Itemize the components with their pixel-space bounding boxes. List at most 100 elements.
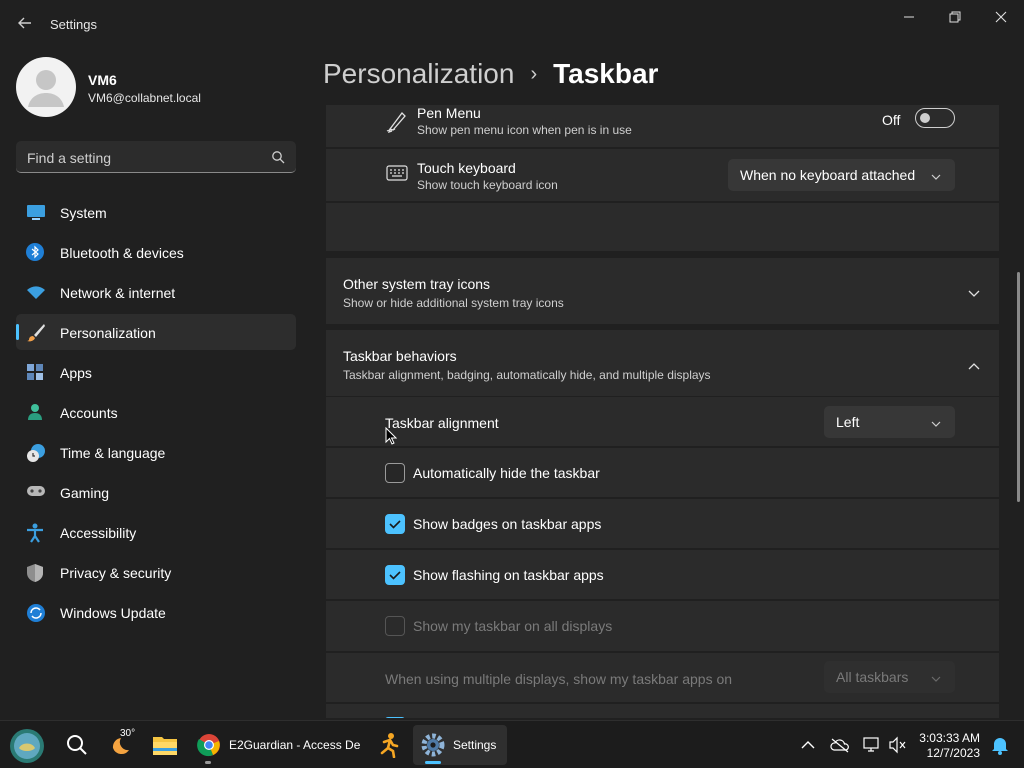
pen-menu-toggle[interactable] — [915, 108, 955, 128]
notification-bell-icon[interactable] — [984, 729, 1016, 761]
window-title: Settings — [50, 17, 97, 32]
sidebar-item-bluetooth[interactable]: Bluetooth & devices — [16, 234, 296, 270]
file-explorer-icon[interactable] — [149, 729, 181, 761]
taskbar-app-label: Settings — [453, 738, 497, 752]
sidebar-item-accounts[interactable]: Accounts — [16, 394, 296, 430]
update-icon — [26, 603, 45, 622]
mouse-cursor-icon — [385, 426, 398, 445]
auto-hide-checkbox[interactable] — [385, 463, 405, 483]
sidebar-item-windows-update[interactable]: Windows Update — [16, 594, 296, 630]
sidebar-item-apps[interactable]: Apps — [16, 354, 296, 390]
sidebar-item-label: Personalization — [60, 325, 156, 341]
badges-checkbox[interactable] — [385, 514, 405, 534]
sidebar-item-personalization[interactable]: Personalization — [16, 314, 296, 350]
title-bar: Settings — [0, 0, 1024, 48]
system-tray-card: Pen Menu Show pen menu icon when pen is … — [326, 105, 999, 251]
divider — [326, 599, 999, 601]
wifi-icon — [26, 283, 45, 301]
flashing-label: Show flashing on taskbar apps — [413, 567, 604, 583]
restore-button[interactable] — [932, 6, 978, 28]
taskbar-alignment-dropdown[interactable]: Left — [824, 406, 955, 438]
sidebar-item-label: Time & language — [60, 445, 166, 461]
user-email: VM6@collabnet.local — [88, 91, 201, 105]
pen-menu-toggle-state: Off — [882, 112, 901, 128]
taskbar-alignment-label: Taskbar alignment — [385, 415, 499, 431]
taskbar-behaviors-body: Taskbar alignment Left Automatically hid… — [326, 397, 999, 718]
dropdown-value: Left — [836, 414, 860, 430]
pen-menu-title: Pen Menu — [417, 105, 481, 121]
sidebar-item-system[interactable]: System — [16, 194, 296, 230]
scrollbar[interactable] — [1017, 272, 1020, 502]
divider — [326, 147, 999, 149]
back-arrow-icon[interactable] — [14, 12, 36, 34]
sidebar-item-label: Bluetooth & devices — [60, 245, 184, 261]
taskbar-behaviors-expander[interactable]: Taskbar behaviors Taskbar alignment, bad… — [326, 330, 999, 396]
auto-hide-label: Automatically hide the taskbar — [413, 465, 600, 481]
sidebar-item-label: System — [60, 205, 107, 221]
divider — [326, 497, 999, 499]
running-indicator — [205, 761, 211, 764]
taskbar: 30° E2Guardian - Access De Settings 3:03… — [0, 720, 1024, 768]
bluetooth-icon — [26, 243, 44, 261]
search-icon[interactable] — [61, 729, 93, 761]
taskbar-app-chrome[interactable]: E2Guardian - Access De — [190, 725, 362, 765]
other-tray-icons-expander[interactable]: Other system tray icons Show or hide add… — [326, 258, 999, 324]
divider — [326, 702, 999, 704]
chevron-down-icon — [931, 416, 941, 427]
brush-icon — [26, 323, 45, 342]
onedrive-offline-icon[interactable] — [824, 729, 856, 761]
close-button[interactable] — [978, 6, 1024, 28]
toggle-knob — [920, 113, 930, 123]
sidebar-item-accessibility[interactable]: Accessibility — [16, 514, 296, 550]
next-checkbox-partial[interactable] — [385, 717, 405, 718]
multi-display-dropdown[interactable]: All taskbars — [824, 661, 955, 693]
taskbar-behaviors-title: Taskbar behaviors — [343, 348, 457, 364]
taskbar-app-settings[interactable]: Settings — [413, 725, 507, 765]
accessibility-icon — [26, 523, 44, 543]
divider — [326, 651, 999, 653]
taskbar-behaviors-subtitle: Taskbar alignment, badging, automaticall… — [343, 368, 711, 382]
shield-icon — [26, 563, 44, 582]
divider — [326, 548, 999, 550]
breadcrumb-parent[interactable]: Personalization — [323, 58, 514, 90]
clock[interactable]: 3:03:33 AM 12/7/2023 — [914, 731, 980, 761]
settings-content: Pen Menu Show pen menu icon when pen is … — [326, 105, 1000, 718]
sidebar-item-network[interactable]: Network & internet — [16, 274, 296, 310]
search-input[interactable]: Find a setting — [16, 141, 296, 173]
pen-icon — [386, 109, 408, 134]
divider — [326, 201, 999, 203]
sidebar-nav: System Bluetooth & devices Network & int… — [16, 194, 296, 634]
volume-muted-icon[interactable] — [882, 729, 914, 761]
clock-globe-icon — [26, 443, 45, 462]
active-indicator — [425, 761, 441, 764]
chevron-down-icon — [931, 169, 941, 180]
badges-label: Show badges on taskbar apps — [413, 516, 602, 532]
flashing-checkbox[interactable] — [385, 565, 405, 585]
start-button[interactable] — [8, 727, 46, 765]
system-icon — [26, 203, 45, 221]
minimize-button[interactable] — [886, 6, 932, 28]
avatar[interactable] — [16, 57, 76, 117]
sidebar-item-gaming[interactable]: Gaming — [16, 474, 296, 510]
sidebar-item-privacy[interactable]: Privacy & security — [16, 554, 296, 590]
sidebar-item-time-language[interactable]: Time & language — [16, 434, 296, 470]
user-name: VM6 — [88, 72, 117, 88]
clock-date: 12/7/2023 — [926, 746, 980, 760]
all-displays-label: Show my taskbar on all displays — [413, 618, 613, 634]
chrome-icon — [197, 734, 220, 757]
touch-keyboard-dropdown[interactable]: When no keyboard attached — [728, 159, 955, 191]
sidebar-item-label: Accounts — [60, 405, 118, 421]
chevron-up-icon[interactable] — [792, 729, 824, 761]
settings-gear-icon — [421, 733, 445, 757]
weather-temperature: 30° — [120, 728, 136, 739]
sidebar-item-label: Network & internet — [60, 285, 176, 301]
breadcrumb: Personalization › Taskbar — [323, 58, 658, 90]
dropdown-value: When no keyboard attached — [740, 167, 916, 183]
chevron-down-icon — [931, 671, 941, 682]
sidebar-item-label: Privacy & security — [60, 565, 172, 581]
dropdown-value: All taskbars — [836, 669, 909, 685]
all-displays-checkbox[interactable] — [385, 616, 405, 636]
runner-app-icon[interactable] — [373, 729, 405, 761]
sidebar: VM6 VM6@collabnet.local Find a setting S… — [0, 48, 312, 718]
other-tray-title: Other system tray icons — [343, 276, 491, 292]
